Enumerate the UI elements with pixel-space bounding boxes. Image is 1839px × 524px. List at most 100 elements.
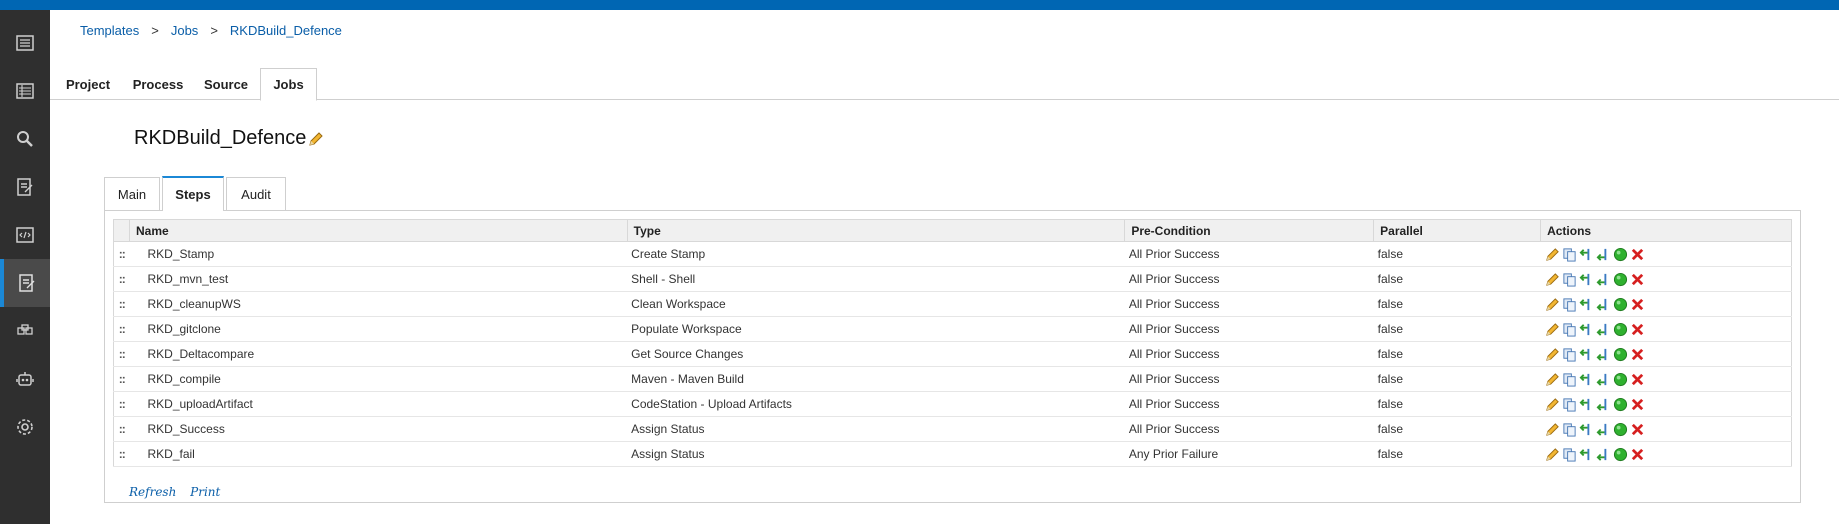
delete-icon[interactable] — [1630, 397, 1645, 412]
enable-icon[interactable] — [1613, 247, 1628, 262]
insert-before-icon[interactable] — [1579, 447, 1594, 462]
copy-icon[interactable] — [1562, 397, 1577, 412]
tab-project[interactable]: Project — [58, 68, 118, 100]
delete-icon[interactable] — [1630, 272, 1645, 287]
insert-after-icon[interactable] — [1596, 297, 1611, 312]
drag-handle[interactable]: :: — [113, 416, 130, 442]
column-header-precondition[interactable]: Pre-Condition — [1124, 219, 1375, 242]
breadcrumb-templates[interactable]: Templates — [80, 23, 139, 38]
agents-icon[interactable] — [0, 355, 50, 403]
copy-icon[interactable] — [1562, 347, 1577, 362]
enable-icon[interactable] — [1613, 297, 1628, 312]
copy-icon[interactable] — [1562, 247, 1577, 262]
print-link[interactable]: Print — [190, 485, 220, 499]
insert-before-icon[interactable] — [1579, 322, 1594, 337]
refresh-link[interactable]: Refresh — [129, 485, 176, 499]
code-icon[interactable] — [0, 211, 50, 259]
column-header-type[interactable]: Type — [626, 219, 1126, 242]
copy-icon[interactable] — [1562, 297, 1577, 312]
column-header-name[interactable]: Name — [128, 219, 628, 242]
insert-before-icon[interactable] — [1579, 272, 1594, 287]
search-icon[interactable] — [0, 115, 50, 163]
drag-handle[interactable]: :: — [113, 316, 130, 342]
copy-icon[interactable] — [1562, 422, 1577, 437]
insert-before-icon[interactable] — [1579, 397, 1594, 412]
templates-icon[interactable] — [0, 259, 50, 307]
enable-icon[interactable] — [1613, 347, 1628, 362]
resources-icon[interactable] — [0, 307, 50, 355]
copy-icon[interactable] — [1562, 447, 1577, 462]
step-type: CodeStation - Upload Artifacts — [627, 391, 1125, 417]
dashboard-icon[interactable] — [0, 19, 50, 67]
insert-before-icon[interactable] — [1579, 247, 1594, 262]
job-name: RKDBuild_Defence — [134, 127, 307, 149]
step-parallel: false — [1373, 441, 1541, 467]
drag-handle[interactable]: :: — [113, 341, 130, 367]
breadcrumb-jobs[interactable]: Jobs — [171, 23, 198, 38]
tab-process[interactable]: Process — [126, 68, 190, 100]
delete-icon[interactable] — [1630, 347, 1645, 362]
copy-icon[interactable] — [1562, 322, 1577, 337]
steps-panel: Name Type Pre-Condition Parallel Actions… — [104, 210, 1801, 503]
table-header-row: Name Type Pre-Condition Parallel Actions — [113, 219, 1792, 242]
copy-icon[interactable] — [1562, 372, 1577, 387]
enable-icon[interactable] — [1613, 447, 1628, 462]
tab-audit[interactable]: Audit — [226, 177, 286, 211]
insert-after-icon[interactable] — [1596, 397, 1611, 412]
enable-icon[interactable] — [1613, 272, 1628, 287]
delete-icon[interactable] — [1630, 297, 1645, 312]
drag-handle[interactable]: :: — [113, 366, 130, 392]
edit-icon[interactable] — [1545, 422, 1560, 437]
insert-after-icon[interactable] — [1596, 322, 1611, 337]
tab-jobs[interactable]: Jobs — [260, 68, 317, 101]
insert-before-icon[interactable] — [1579, 422, 1594, 437]
drag-handle[interactable]: :: — [113, 391, 130, 417]
insert-after-icon[interactable] — [1596, 247, 1611, 262]
delete-icon[interactable] — [1630, 247, 1645, 262]
insert-after-icon[interactable] — [1596, 447, 1611, 462]
edit-icon[interactable] — [1545, 297, 1560, 312]
reports-icon[interactable] — [0, 163, 50, 211]
delete-icon[interactable] — [1630, 447, 1645, 462]
insert-before-icon[interactable] — [1579, 347, 1594, 362]
edit-icon[interactable] — [1545, 347, 1560, 362]
enable-icon[interactable] — [1613, 397, 1628, 412]
drag-handle[interactable]: :: — [113, 291, 130, 317]
settings-icon[interactable] — [0, 403, 50, 451]
enable-icon[interactable] — [1613, 322, 1628, 337]
delete-icon[interactable] — [1630, 322, 1645, 337]
insert-after-icon[interactable] — [1596, 347, 1611, 362]
column-header-parallel[interactable]: Parallel — [1373, 219, 1542, 242]
edit-icon[interactable] — [1545, 372, 1560, 387]
table-row: :: RKD_Deltacompare Get Source Changes All … — [113, 341, 1792, 367]
copy-icon[interactable] — [1562, 272, 1577, 287]
drag-handle[interactable]: :: — [113, 241, 130, 267]
tab-source[interactable]: Source — [198, 68, 254, 100]
tab-steps[interactable]: Steps — [162, 176, 224, 211]
edit-title-icon[interactable] — [308, 130, 324, 153]
edit-icon[interactable] — [1545, 247, 1560, 262]
list-icon[interactable] — [0, 67, 50, 115]
step-name: RKD_mvn_test — [129, 266, 628, 292]
edit-icon[interactable] — [1545, 322, 1560, 337]
enable-icon[interactable] — [1613, 372, 1628, 387]
insert-before-icon[interactable] — [1579, 372, 1594, 387]
insert-before-icon[interactable] — [1579, 297, 1594, 312]
delete-icon[interactable] — [1630, 372, 1645, 387]
tab-main[interactable]: Main — [104, 177, 160, 211]
insert-after-icon[interactable] — [1596, 422, 1611, 437]
table-row: :: RKD_compile Maven - Maven Build All Prio… — [113, 366, 1792, 392]
drag-handle[interactable]: :: — [113, 441, 130, 467]
edit-icon[interactable] — [1545, 447, 1560, 462]
insert-after-icon[interactable] — [1596, 372, 1611, 387]
drag-handle[interactable]: :: — [113, 266, 130, 292]
breadcrumb-current-job[interactable]: RKDBuild_Defence — [230, 23, 342, 38]
insert-after-icon[interactable] — [1596, 272, 1611, 287]
delete-icon[interactable] — [1630, 422, 1645, 437]
edit-icon[interactable] — [1545, 272, 1560, 287]
breadcrumb-separator: > — [210, 23, 218, 38]
enable-icon[interactable] — [1613, 422, 1628, 437]
edit-icon[interactable] — [1545, 397, 1560, 412]
table-row: :: RKD_Stamp Create Stamp All Prior Success… — [113, 241, 1792, 267]
column-header-actions: Actions — [1540, 219, 1792, 242]
